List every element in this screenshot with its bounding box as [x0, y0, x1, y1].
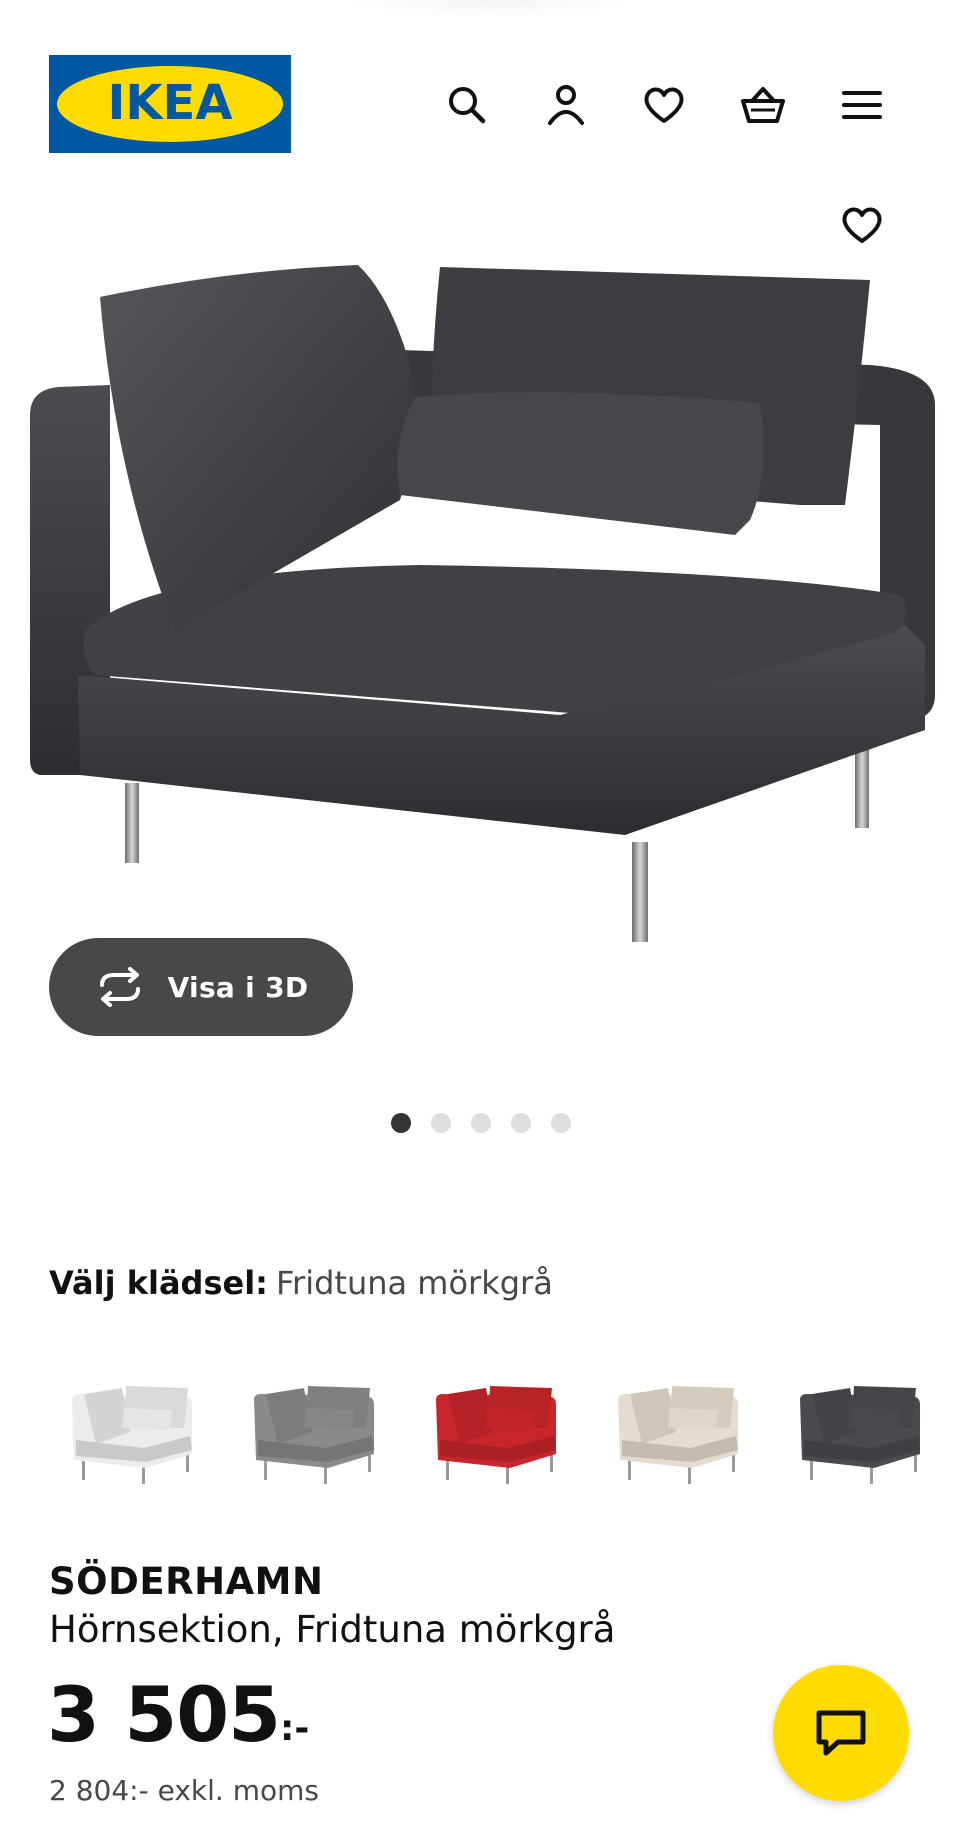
- view-in-3d-button[interactable]: Visa i 3D: [49, 938, 353, 1036]
- svg-text:®: ®: [271, 83, 281, 94]
- rotate-3d-icon: [99, 967, 140, 1007]
- carousel-dot[interactable]: [551, 1113, 571, 1133]
- view-in-3d-label: Visa i 3D: [167, 970, 309, 1004]
- fabric-swatch[interactable]: [64, 1370, 204, 1488]
- user-icon[interactable]: [539, 78, 593, 132]
- fabric-selected-value: Fridtuna mörkgrå: [275, 1264, 553, 1302]
- product-price: 3 505:-: [47, 1672, 309, 1758]
- fabric-swatch[interactable]: [792, 1370, 932, 1488]
- menu-icon[interactable]: [835, 78, 889, 132]
- price-suffix: :-: [279, 1708, 310, 1749]
- search-icon[interactable]: [440, 78, 494, 132]
- heart-icon[interactable]: [637, 78, 691, 132]
- fabric-swatch[interactable]: [246, 1370, 386, 1488]
- price-ex-vat: 2 804:- exkl. moms: [49, 1774, 319, 1807]
- fabric-swatch[interactable]: [428, 1370, 568, 1488]
- product-description: Hörnsektion, Fridtuna mörkgrå: [49, 1608, 616, 1651]
- ikea-logo[interactable]: IKEA ®: [49, 55, 291, 153]
- fabric-selection-label: Välj klädsel: Fridtuna mörkgrå: [49, 1264, 553, 1302]
- fabric-swatches: [64, 1370, 944, 1488]
- svg-text:IKEA: IKEA: [108, 75, 233, 131]
- fabric-swatch[interactable]: [610, 1370, 750, 1488]
- carousel-dot[interactable]: [391, 1113, 411, 1133]
- favorite-heart-icon[interactable]: [834, 197, 890, 253]
- price-integer: 3 505: [47, 1670, 281, 1759]
- carousel-dot[interactable]: [471, 1113, 491, 1133]
- chat-icon: [816, 1710, 866, 1756]
- product-name: SÖDERHAMN: [49, 1560, 324, 1603]
- carousel-indicator: [391, 1113, 571, 1133]
- cart-icon[interactable]: [736, 78, 790, 132]
- top-shade: [330, 0, 650, 20]
- carousel-dot[interactable]: [431, 1113, 451, 1133]
- carousel-dot[interactable]: [511, 1113, 531, 1133]
- fabric-label: Välj klädsel:: [49, 1264, 268, 1302]
- chat-button[interactable]: [773, 1665, 909, 1801]
- product-image[interactable]: [0, 175, 960, 960]
